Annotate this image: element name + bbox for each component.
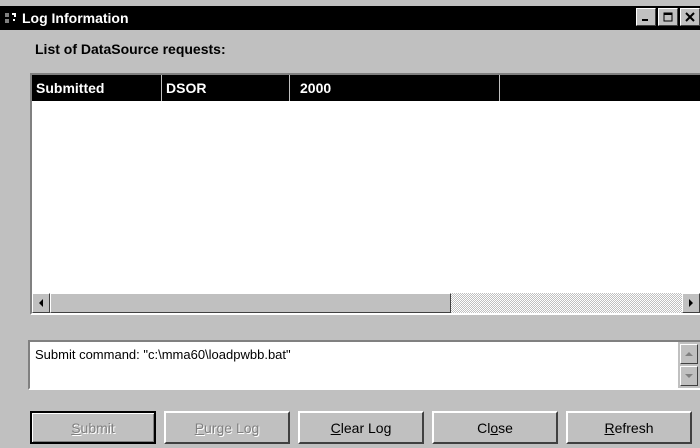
- scroll-down-button[interactable]: [680, 366, 698, 386]
- arrow-up-icon: [685, 352, 693, 356]
- title-bar[interactable]: Log Information: [0, 6, 700, 30]
- submit-button-label: ubmit: [80, 419, 115, 436]
- scroll-up-button[interactable]: [680, 344, 698, 364]
- column-header-dsor[interactable]: DSOR: [162, 75, 290, 101]
- horizontal-scroll-thumb[interactable]: [50, 293, 451, 313]
- minimize-button[interactable]: [636, 8, 656, 26]
- datasource-requests-list[interactable]: Submitted DSOR 2000: [30, 73, 700, 315]
- list-heading: List of DataSource requests:: [35, 41, 226, 57]
- close-dialog-button[interactable]: Cl o se: [432, 411, 558, 444]
- vertical-scrollbar[interactable]: [678, 342, 700, 388]
- column-header-2000[interactable]: 2000: [290, 75, 500, 101]
- close-button-prefix: Cl: [477, 419, 491, 436]
- scroll-left-button[interactable]: [32, 293, 50, 313]
- refresh-button-label: efresh: [614, 419, 654, 436]
- submit-button-accel: S: [71, 419, 81, 436]
- maximize-icon: [663, 12, 673, 22]
- arrow-down-icon: [685, 374, 693, 378]
- purge-log-button-label: urge Log: [204, 419, 260, 436]
- close-button-accel: o: [490, 419, 499, 436]
- submit-command-text: Submit command: "c:\mma60\loadpwbb.bat": [35, 347, 291, 362]
- list-body[interactable]: [32, 101, 700, 291]
- maximize-button[interactable]: [658, 8, 678, 26]
- purge-log-button[interactable]: Purge Log: [164, 411, 290, 444]
- app-icon[interactable]: [2, 9, 20, 27]
- list-header: Submitted DSOR 2000: [32, 75, 700, 101]
- arrow-right-icon: [689, 299, 693, 307]
- close-button-label: se: [498, 419, 513, 436]
- clear-log-button-label: lear Log: [340, 419, 392, 436]
- close-icon: [685, 12, 695, 22]
- log-information-window: Log Information List of DataSource reque…: [0, 0, 700, 448]
- purge-log-button-accel: P: [194, 419, 205, 436]
- refresh-button-accel: R: [604, 419, 615, 436]
- column-header-empty[interactable]: [500, 75, 700, 101]
- clear-log-button-accel: C: [330, 419, 341, 436]
- horizontal-scrollbar[interactable]: [32, 293, 700, 313]
- minimize-icon: [642, 19, 648, 21]
- clear-log-button[interactable]: Clear Log: [298, 411, 424, 444]
- window-title: Log Information: [22, 10, 129, 26]
- close-button[interactable]: [680, 8, 700, 26]
- submit-button[interactable]: Submit: [30, 411, 156, 444]
- title-controls: [636, 8, 700, 26]
- column-header-submitted[interactable]: Submitted: [32, 75, 162, 101]
- scroll-right-button[interactable]: [682, 293, 700, 313]
- command-text-area[interactable]: Submit command: "c:\mma60\loadpwbb.bat": [28, 340, 700, 390]
- refresh-button[interactable]: Refresh: [566, 411, 692, 444]
- arrow-left-icon: [39, 299, 43, 307]
